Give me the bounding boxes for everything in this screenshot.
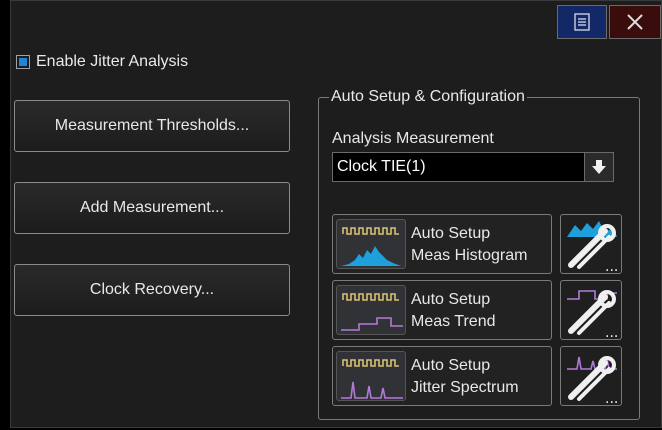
- arrow-down-icon: [592, 160, 606, 174]
- wrench-screwdriver-icon: ...: [567, 221, 618, 275]
- auto-setup-group-label: Auto Setup & Configuration: [331, 88, 525, 105]
- spectrum-config-button[interactable]: ...: [560, 346, 622, 407]
- auto-setup-histogram-button[interactable]: Auto Setup Meas Histogram: [332, 214, 552, 274]
- add-measurement-button[interactable]: Add Measurement...: [14, 182, 290, 234]
- spectrum-line1: Auto Setup: [411, 357, 491, 374]
- close-button[interactable]: [609, 5, 661, 39]
- wrench-screwdriver-icon: ...: [567, 290, 618, 341]
- wrench-screwdriver-icon: ...: [567, 356, 618, 407]
- ellipsis: ...: [605, 325, 618, 341]
- ellipsis: ...: [605, 391, 618, 407]
- clock-recovery-button[interactable]: Clock Recovery...: [14, 264, 290, 316]
- auto-setup-spectrum-button[interactable]: Auto Setup Jitter Spectrum: [332, 346, 552, 406]
- histogram-config-button[interactable]: ...: [560, 214, 622, 275]
- spectrum-icon: [336, 351, 406, 401]
- histogram-line1: Auto Setup: [411, 225, 491, 242]
- trend-config-button[interactable]: ...: [560, 280, 622, 341]
- auto-setup-trend-button[interactable]: Auto Setup Meas Trend: [332, 280, 552, 340]
- trend-line1: Auto Setup: [411, 291, 491, 308]
- spectrum-line2: Jitter Spectrum: [411, 379, 519, 396]
- analysis-dropdown-button[interactable]: [584, 152, 614, 182]
- analysis-measurement-select[interactable]: Clock TIE(1): [332, 152, 588, 182]
- enable-jitter-label: Enable Jitter Analysis: [36, 53, 189, 70]
- measurement-thresholds-button[interactable]: Measurement Thresholds...: [14, 100, 290, 152]
- close-icon: [627, 14, 643, 30]
- trend-icon: [336, 285, 406, 335]
- trend-line2: Meas Trend: [411, 313, 496, 330]
- enable-jitter-row[interactable]: Enable Jitter Analysis: [16, 52, 188, 72]
- ellipsis: ...: [605, 259, 618, 275]
- menu-icon: [574, 13, 590, 31]
- histogram-line2: Meas Histogram: [411, 247, 528, 264]
- enable-jitter-checkbox[interactable]: [16, 55, 30, 69]
- analysis-measurement-label: Analysis Measurement: [332, 130, 494, 147]
- histogram-icon: [336, 219, 406, 269]
- menu-button[interactable]: [557, 5, 607, 39]
